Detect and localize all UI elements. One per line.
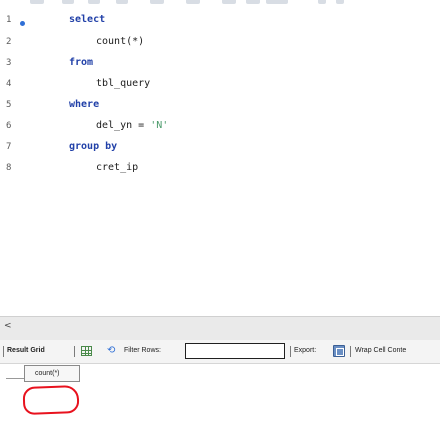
line-number-gutter: 1 2 3 4 5 6 7 8 [0,6,28,316]
wrap-cell-content-label[interactable]: Wrap Cell Conte [355,347,406,354]
filter-rows-label: Filter Rows: [124,347,161,354]
toolbar-icon[interactable] [62,0,74,4]
toolbar-icon[interactable] [336,0,344,4]
sql-editor[interactable] [0,6,440,316]
separator [350,346,351,357]
code-line-8[interactable]: cret_ip [96,162,138,173]
result-toolbar: Result Grid ⟲ Filter Rows: Export: Wrap … [0,340,440,364]
result-grid-tab[interactable]: Result Grid [7,347,45,354]
separator [74,346,75,357]
active-line-marker-icon [20,21,25,26]
code-line-1[interactable]: select [69,14,105,25]
toolbar-icon[interactable] [246,0,260,4]
toolbar-icon[interactable] [186,0,200,4]
export-icon[interactable] [333,345,345,357]
separator [3,346,4,357]
filter-rows-input[interactable] [185,343,285,359]
export-label: Export: [294,347,317,354]
code-line-6[interactable]: del_yn = 'N' [96,120,168,131]
line-number: 4 [6,79,12,89]
refresh-icon[interactable]: ⟲ [107,345,115,356]
line-number: 5 [6,100,12,110]
red-annotation-circle [22,385,80,415]
line-number: 2 [6,37,12,47]
toolbar-icon[interactable] [318,0,326,4]
editor-horizontal-scrollbar[interactable]: < [0,316,440,340]
code-line-3[interactable]: from [69,57,93,68]
line-number: 3 [6,58,12,68]
code-identifier: del_yn = [96,120,151,131]
toolbar-icon[interactable] [222,0,236,4]
line-number: 7 [6,142,12,152]
toolbar-icon[interactable] [30,0,44,4]
result-grid: count(*) [0,365,440,423]
line-number: 8 [6,163,12,173]
toolbar-icon[interactable] [88,0,100,4]
line-number: 1 [6,15,12,25]
code-line-2[interactable]: count(*) [96,36,144,47]
toolbar-icon[interactable] [150,0,164,4]
toolbar-icon[interactable] [116,0,128,4]
code-string-literal: 'N' [150,120,169,131]
column-header-count[interactable]: count(*) [24,365,80,382]
grid-view-icon[interactable] [81,346,92,356]
separator [290,346,291,357]
line-number: 6 [6,121,12,131]
scroll-left-icon[interactable]: < [4,321,12,331]
code-line-4[interactable]: tbl_query [96,78,150,89]
grid-corner [6,365,24,379]
toolbar-icon[interactable] [266,0,288,4]
code-line-5[interactable]: where [69,99,99,110]
code-line-7[interactable]: group by [69,141,117,152]
